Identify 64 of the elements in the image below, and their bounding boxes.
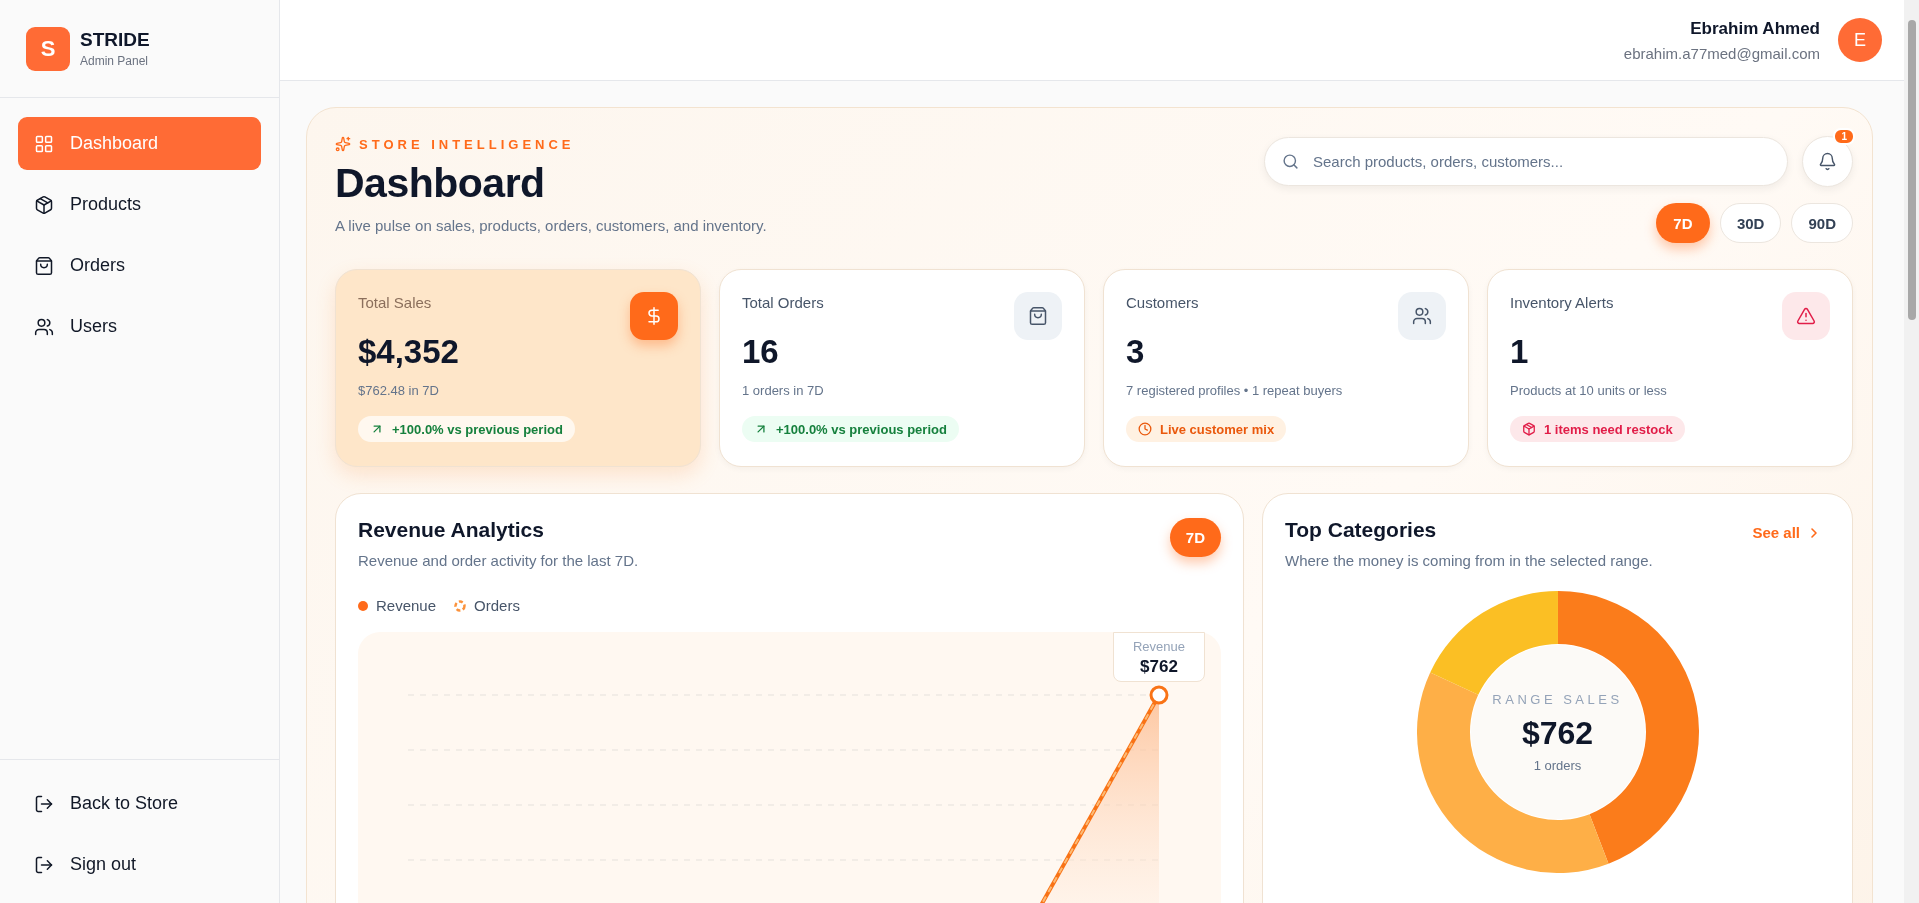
scrollbar-thumb[interactable] — [1907, 20, 1916, 320]
stat-badge: +100.0% vs previous period — [358, 416, 575, 442]
users-icon — [1412, 306, 1432, 326]
stat-detail: 7 registered profiles • 1 repeat buyers — [1126, 383, 1344, 398]
stat-value: 16 — [742, 333, 780, 371]
legend-dot-icon — [358, 600, 368, 611]
brand-subtitle: Admin Panel — [80, 54, 150, 68]
user-email: ebrahim.a77med@gmail.com — [1623, 44, 1820, 62]
stat-detail: Products at 10 units or less — [1510, 383, 1668, 398]
panel-title: Top Categories — [1285, 518, 1438, 542]
package-icon — [34, 194, 54, 215]
tooltip-value: $762 — [1139, 657, 1179, 677]
stat-label: Total Sales — [358, 294, 433, 311]
panel-subtitle: Where the money is coming from in the selected range. — [1285, 552, 1653, 569]
exit-icon — [34, 854, 54, 875]
stat-badge: 1 items need restock — [1510, 416, 1685, 442]
stat-value: 3 — [1126, 333, 1146, 371]
shopping-bag-icon — [34, 255, 54, 276]
brand-name: STRIDE — [80, 29, 150, 51]
stat-label: Inventory Alerts — [1510, 294, 1615, 311]
sparkle-icon — [335, 136, 351, 152]
stat-label: Total Orders — [742, 294, 825, 311]
stat-value: 1 — [1510, 333, 1530, 371]
search-icon — [1282, 153, 1299, 170]
bell-icon — [1818, 152, 1837, 171]
logo: S — [26, 26, 70, 71]
nav-item[interactable]: Sign out — [18, 838, 261, 891]
panel-subtitle: Revenue and order activity for the last 7D. — [358, 552, 639, 569]
range-tab[interactable]: 30D — [1719, 203, 1782, 243]
clock-icon — [1138, 422, 1152, 436]
page-subtitle: A live pulse on sales, products, orders, customers, and inventory. — [335, 217, 767, 234]
stat-badge: Live customer mix — [1126, 416, 1287, 442]
notification-count: 1 — [1833, 128, 1855, 145]
range-tab[interactable]: 90D — [1791, 203, 1853, 243]
dashboard-icon — [34, 133, 54, 154]
users-icon — [34, 316, 54, 337]
stat-detail: $762.48 in 7D — [358, 383, 440, 398]
stat-value: $4,352 — [358, 333, 460, 371]
nav-item[interactable]: Users — [18, 300, 261, 353]
stat-detail: 1 orders in 7D — [742, 383, 825, 398]
donut-center-value: $762 — [1521, 714, 1594, 752]
data-point[interactable] — [1149, 685, 1169, 705]
eyebrow-label: STORE INTELLIGENCE — [359, 136, 575, 152]
stat-badge: +100.0% vs previous period — [742, 416, 959, 442]
panel-title: Revenue Analytics — [358, 518, 545, 542]
warning-icon — [1796, 306, 1816, 326]
page-title: Dashboard — [335, 160, 546, 207]
legend-label: Revenue — [376, 597, 437, 614]
stat-label: Customers — [1126, 294, 1200, 311]
search-field[interactable]: Search products, orders, customers... — [1264, 137, 1788, 186]
donut-center-detail: 1 orders — [1533, 757, 1582, 773]
donut-center-label: RANGE SALES — [1492, 691, 1623, 707]
nav-item[interactable]: Back to Store — [18, 777, 261, 830]
scrollbar[interactable] — [1904, 0, 1919, 903]
legend-label: Orders — [474, 597, 520, 614]
package-icon — [1522, 422, 1536, 436]
nav-item[interactable]: Products — [18, 178, 261, 231]
tooltip-label: Revenue — [1131, 639, 1186, 654]
legend-ring-icon — [454, 599, 467, 612]
shopping-bag-icon — [1028, 306, 1048, 326]
user-name: Ebrahim Ahmed — [1690, 18, 1820, 39]
nav-item[interactable]: Orders — [18, 239, 261, 292]
range-badge: 7D — [1169, 518, 1221, 557]
exit-icon — [34, 793, 54, 814]
